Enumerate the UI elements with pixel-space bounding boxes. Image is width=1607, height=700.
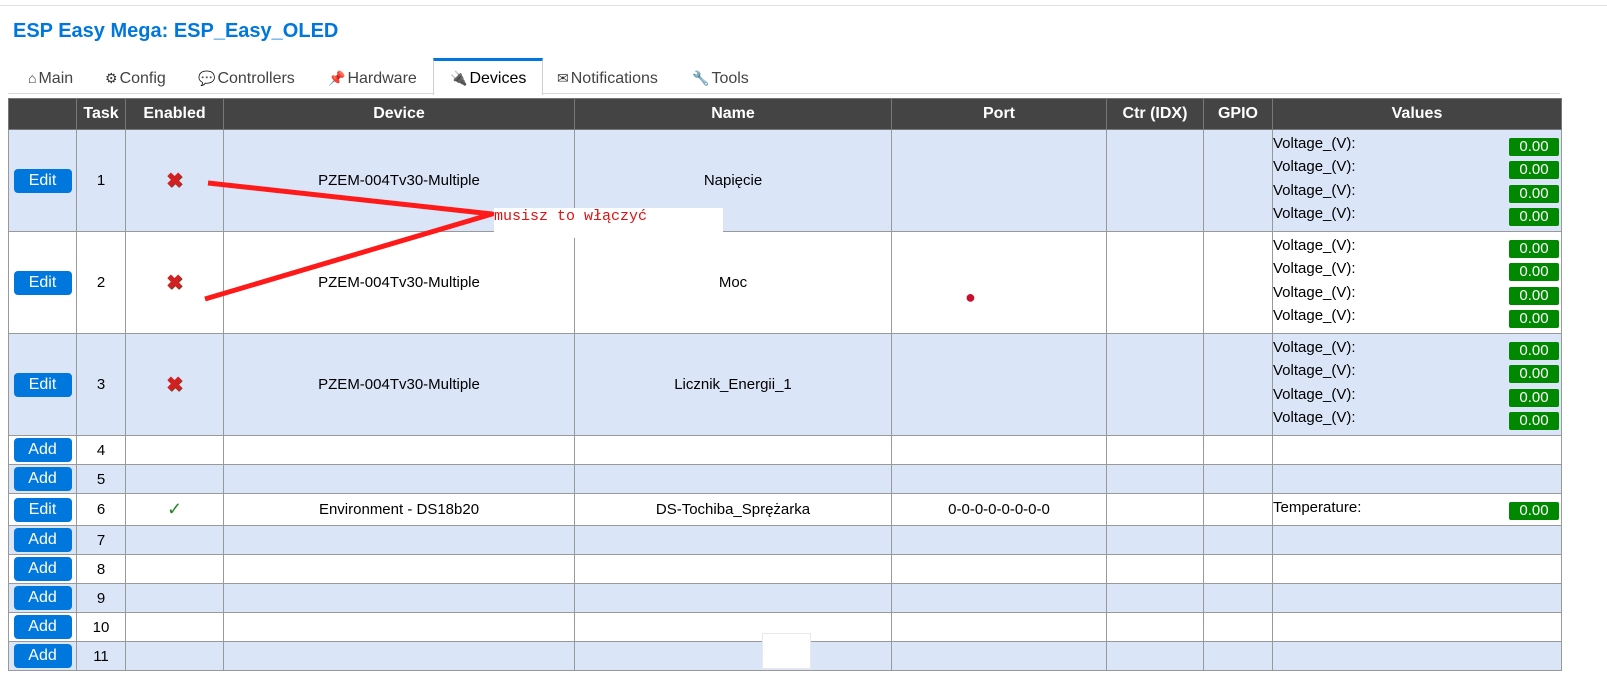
ghost-box xyxy=(762,633,811,669)
annotation-note: musisz to włączyć xyxy=(494,208,723,238)
annotation-lines xyxy=(204,180,495,302)
annotation-arrow-line xyxy=(204,180,495,302)
pointer-hand-icon: ● xyxy=(965,287,976,307)
